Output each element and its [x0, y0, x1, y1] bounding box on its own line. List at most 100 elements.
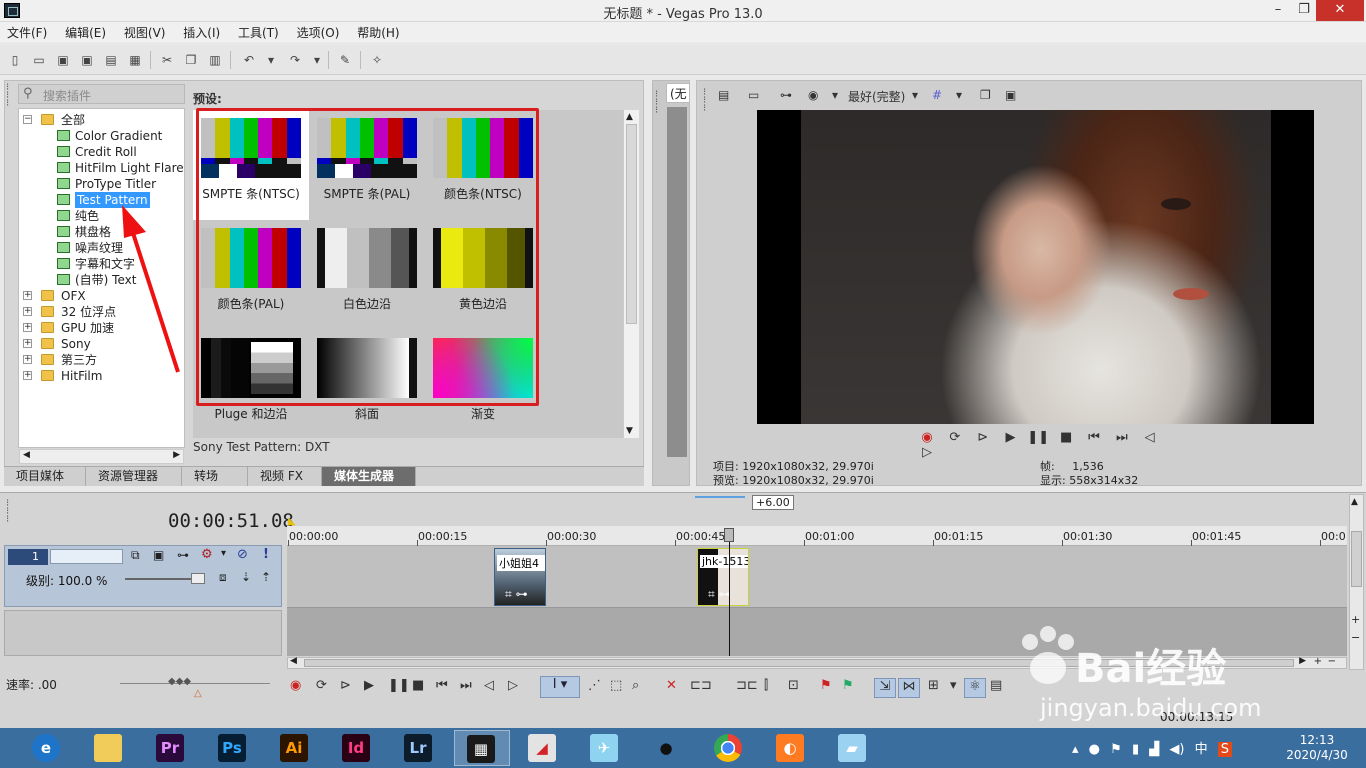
tree-plugin[interactable]: Color Gradient: [19, 128, 184, 144]
preview-properties-icon[interactable]: ▤: [718, 88, 729, 102]
timeline-vertical-scrollbar[interactable]: ▲ + −: [1349, 494, 1364, 670]
loop-icon[interactable]: ⟳: [316, 678, 327, 693]
snapping-icon[interactable]: ⇲: [874, 678, 896, 698]
tray-ime-indicator[interactable]: 中: [1195, 738, 1208, 757]
record-icon[interactable]: ◉: [915, 430, 939, 445]
ripple-dropdown-icon[interactable]: ▾: [950, 678, 957, 693]
save-icon[interactable]: ▣: [54, 51, 72, 69]
previous-frame-icon[interactable]: ◁: [1138, 430, 1162, 445]
menu-insert[interactable]: 插入(I): [176, 22, 227, 41]
edit-tool-icon[interactable]: I ▾: [540, 676, 580, 698]
panel-grip-icon[interactable]: ⁝ ⁝ ⁝: [6, 499, 9, 525]
grid-dropdown-icon[interactable]: ▾: [956, 88, 962, 102]
scroll-right-icon[interactable]: ▶: [1299, 656, 1306, 666]
go-to-end-icon[interactable]: ⏭: [460, 678, 472, 693]
external-monitor-icon[interactable]: ▭: [748, 88, 759, 102]
loop-icon[interactable]: ⟳: [943, 430, 967, 445]
taskbar-app[interactable]: Ai: [268, 730, 324, 766]
next-frame-icon[interactable]: ▷: [915, 445, 939, 460]
clip-fx-icon[interactable]: ⌗ ⊶: [505, 587, 528, 602]
taskbar-app[interactable]: Id: [330, 730, 386, 766]
taskbar-app[interactable]: ◢: [516, 730, 572, 766]
track-fx-icon[interactable]: ▣: [153, 548, 164, 562]
record-icon[interactable]: ◉: [290, 678, 301, 693]
mute-icon[interactable]: ⊘: [237, 547, 248, 562]
new-icon[interactable]: ▯: [6, 51, 24, 69]
menu-view[interactable]: 视图(V): [117, 22, 173, 41]
left-tab[interactable]: 媒体生成器: [322, 467, 416, 486]
timeline-ruler[interactable]: 00:00:00 00:00:15 00:00:30 00:00:45 00:01:00…: [287, 526, 1347, 546]
expand-icon[interactable]: +: [23, 355, 32, 364]
ripple-icon[interactable]: ⊞: [928, 678, 939, 693]
overlays-dropdown-icon[interactable]: ▾: [832, 88, 838, 102]
trim-end-icon[interactable]: ⊐⊏: [736, 678, 758, 693]
render-icon[interactable]: ▤: [102, 51, 120, 69]
left-tab[interactable]: 资源管理器: [86, 467, 182, 486]
envelope-tool-icon[interactable]: ⋰: [588, 678, 601, 693]
expand-icon[interactable]: +: [23, 307, 32, 316]
track-settings-icon[interactable]: ⚙: [201, 547, 213, 562]
menu-file[interactable]: 文件(F): [0, 22, 54, 41]
quality-dropdown-icon[interactable]: ▾: [912, 88, 918, 102]
left-tab[interactable]: 视频 FX: [248, 467, 322, 486]
split-icon[interactable]: ⫿: [764, 678, 768, 693]
cursor-icon[interactable]: ✧: [368, 51, 386, 69]
stop-icon[interactable]: ■: [1054, 430, 1078, 445]
preset-grid-scrollbar[interactable]: ▲ ▼: [623, 110, 639, 438]
play-icon[interactable]: ▶: [998, 430, 1022, 445]
taskbar-app[interactable]: [82, 730, 138, 766]
vertical-scroll-thumb[interactable]: [1351, 531, 1362, 587]
video-clip[interactable]: jhk-1513 ⌗ ⊶: [697, 548, 749, 606]
pause-icon[interactable]: ❚❚: [1026, 430, 1050, 445]
menu-edit[interactable]: 编辑(E): [58, 22, 113, 41]
tray-flag-icon[interactable]: ⚑: [1110, 742, 1122, 757]
grid-icon[interactable]: #: [932, 88, 942, 102]
expand-icon[interactable]: +: [23, 371, 32, 380]
video-track-lane[interactable]: 小姐姐4 ⌗ ⊶ jhk-1513 ⌗ ⊶: [287, 546, 1347, 608]
tree-plugin[interactable]: ProType Titler: [19, 176, 184, 192]
scroll-left-icon[interactable]: ◀: [290, 656, 297, 666]
collapse-icon[interactable]: −: [23, 115, 32, 124]
lock-icon[interactable]: ⊡: [788, 678, 799, 693]
left-tab[interactable]: 转场: [182, 467, 248, 486]
rate-slider-thumb-icon[interactable]: ◆◆◆: [168, 676, 191, 687]
tray-battery-icon[interactable]: ▮: [1132, 742, 1139, 757]
scroll-left-icon[interactable]: ◀: [23, 450, 30, 460]
trimmer-tab[interactable]: (无: [666, 83, 690, 103]
automation-icon[interactable]: ⧈: [219, 570, 227, 585]
zoom-out-icon[interactable]: −: [1328, 656, 1336, 667]
region-icon[interactable]: ⚑: [842, 678, 854, 693]
taskbar-app[interactable]: ●: [640, 730, 696, 766]
trim-icon[interactable]: ⊏⊐: [690, 678, 712, 693]
play-from-start-icon[interactable]: ⊳: [971, 430, 995, 445]
menu-options[interactable]: 选项(O): [290, 22, 347, 41]
split-screen-icon[interactable]: ⊶: [780, 88, 792, 102]
zoom-in-icon[interactable]: +: [1314, 656, 1322, 667]
save-as-icon[interactable]: ▣: [78, 51, 96, 69]
close-button[interactable]: ✕: [1316, 0, 1364, 21]
go-to-start-icon[interactable]: ⏮: [436, 678, 448, 693]
tree-plugin[interactable]: Credit Roll: [19, 144, 184, 160]
tray-overflow-icon[interactable]: ▴: [1072, 742, 1079, 757]
expand-icon[interactable]: +: [23, 323, 32, 332]
taskbar-app[interactable]: ▰: [826, 730, 882, 766]
taskbar-app[interactable]: ◐: [764, 730, 820, 766]
panel-grip-icon[interactable]: ⁝ ⁝ ⁝: [6, 83, 9, 109]
taskbar-app[interactable]: Ps: [206, 730, 262, 766]
compositing-icon[interactable]: ⊶: [177, 548, 189, 562]
video-clip[interactable]: 小姐姐4 ⌗ ⊶: [494, 548, 546, 606]
undo-dropdown-icon[interactable]: ▾: [262, 51, 280, 69]
go-to-end-icon[interactable]: ⏭: [1110, 430, 1134, 445]
taskbar-app[interactable]: Lr: [392, 730, 448, 766]
playhead-cursor[interactable]: [729, 530, 730, 656]
redo-icon[interactable]: ↷: [286, 51, 304, 69]
tray-volume-icon[interactable]: ◀): [1169, 742, 1184, 757]
solo-icon[interactable]: !: [263, 547, 269, 562]
taskbar-app[interactable]: ▦: [454, 730, 510, 766]
clip-fx-icon[interactable]: ⌗ ⊶: [708, 587, 731, 602]
preview-quality-select[interactable]: 最好(完整): [848, 88, 905, 105]
auto-crossfade-icon[interactable]: ⋈: [898, 678, 920, 698]
pause-icon[interactable]: ❚❚: [388, 678, 410, 693]
taskbar-app[interactable]: e: [20, 730, 76, 766]
zoom-tool-icon[interactable]: ⌕: [632, 678, 639, 693]
